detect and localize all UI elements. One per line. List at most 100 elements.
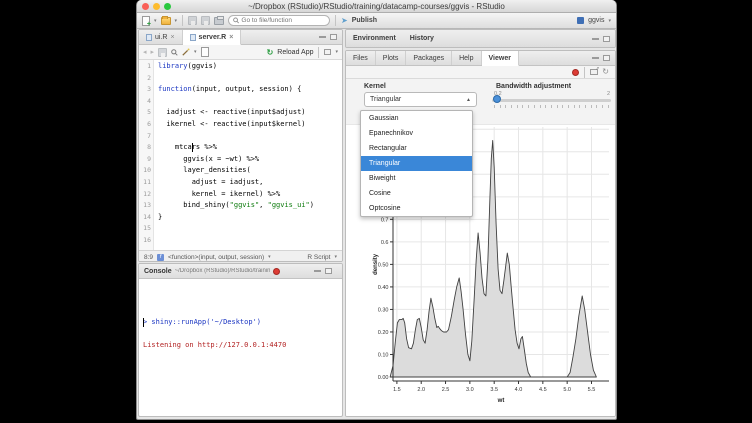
x-axis-title: wt <box>497 398 505 404</box>
run-options-icon[interactable] <box>324 49 331 55</box>
select-caret-up-icon: ▲ <box>466 97 471 103</box>
stop-icon[interactable] <box>273 268 280 275</box>
scope-label[interactable]: <function>(input, output, session) <box>168 254 264 261</box>
code-segment: "ggvis_ui" <box>268 201 310 209</box>
line-number: 15 <box>139 223 151 235</box>
maximize-pane-icon[interactable] <box>325 268 332 274</box>
x-tick-label: 5.0 <box>563 387 571 393</box>
tab-environment[interactable]: Environment <box>346 30 403 47</box>
line-number: 1 <box>139 61 151 73</box>
goto-file-input[interactable] <box>241 17 325 24</box>
line-number: 8 <box>139 142 151 154</box>
back-icon[interactable]: ◂ <box>143 48 147 56</box>
code-line: bind_shiny("ggvis", "ggvis_ui") <box>158 200 314 212</box>
minimize-pane-icon[interactable] <box>319 36 326 38</box>
open-in-browser-icon[interactable] <box>590 69 598 75</box>
print-icon[interactable] <box>214 17 224 25</box>
slider-tick <box>545 105 546 108</box>
code-line <box>158 131 314 143</box>
zoom-window-button[interactable] <box>164 3 171 10</box>
tab-history[interactable]: History <box>403 30 441 47</box>
viewer-toolbar: ↻ <box>346 66 615 79</box>
maximize-pane-icon[interactable] <box>603 55 610 61</box>
kernel-option-cosine[interactable]: Cosine <box>361 186 472 201</box>
x-tick-label: 2.0 <box>417 387 425 393</box>
tab-packages[interactable]: Packages <box>406 51 452 65</box>
code-tools-wand-icon[interactable] <box>182 48 190 56</box>
slider-tick <box>557 105 558 108</box>
tab-files[interactable]: Files <box>346 51 376 65</box>
project-menu-button[interactable]: ggvis <box>588 17 604 24</box>
slider-tick <box>579 105 580 108</box>
line-number: 2 <box>139 73 151 85</box>
files-tabbar: FilesPlotsPackagesHelpViewer <box>346 51 615 66</box>
main-toolbar: ▾ ▾ ➤ Publish ggvis ▾ <box>137 13 616 29</box>
toolbar-divider <box>182 15 183 26</box>
close-tab-icon[interactable]: × <box>170 34 174 41</box>
console-output[interactable]: > shiny::runApp('~/Desktop') Listening o… <box>139 279 342 354</box>
save-source-icon[interactable] <box>158 48 167 57</box>
compile-report-icon[interactable] <box>201 47 209 57</box>
find-icon[interactable] <box>171 49 178 56</box>
line-number: 9 <box>139 154 151 166</box>
open-recent-caret-icon[interactable]: ▾ <box>175 18 178 24</box>
kernel-option-triangular[interactable]: Triangular <box>361 156 472 171</box>
code-segment: bind_shiny( <box>158 201 230 209</box>
reload-app-button[interactable]: Reload App <box>277 49 313 56</box>
code-editor[interactable]: 12345678910111213141516 library(ggvis) f… <box>139 60 342 250</box>
save-icon[interactable] <box>188 16 197 25</box>
goto-file-search[interactable] <box>228 15 330 26</box>
minimize-pane-icon[interactable] <box>314 270 321 272</box>
tab-server.R[interactable]: server.R× <box>183 30 242 45</box>
file-type-caret-icon[interactable]: ▾ <box>334 254 337 260</box>
tab-help[interactable]: Help <box>452 51 481 65</box>
window-titlebar[interactable]: ~/Dropbox (RStudio)/RStudio/training/dat… <box>137 0 616 13</box>
stop-app-icon[interactable] <box>572 69 579 76</box>
save-all-icon[interactable] <box>201 16 210 25</box>
tab-viewer[interactable]: Viewer <box>482 51 519 66</box>
publish-icon[interactable]: ➤ <box>341 16 348 25</box>
kernel-option-biweight[interactable]: Biweight <box>361 171 472 186</box>
tab-plots[interactable]: Plots <box>376 51 407 65</box>
source-pane: ui.R×server.R× ◂ ▸ ▾ <box>138 29 343 262</box>
publish-button[interactable]: Publish <box>352 17 377 24</box>
scope-caret-icon[interactable]: ▾ <box>268 254 271 260</box>
y-tick-label: 0.50 <box>378 262 389 268</box>
shiny-app-view: Kernel Triangular ▲ GaussianEpanechnikov… <box>346 79 615 416</box>
cursor-position: 8:9 <box>144 254 153 261</box>
refresh-viewer-icon[interactable]: ↻ <box>602 68 609 76</box>
console-tab[interactable]: Console <box>144 268 172 275</box>
kernel-option-optcosine[interactable]: Optcosine <box>361 201 472 216</box>
close-window-button[interactable] <box>142 3 149 10</box>
bandwidth-slider[interactable]: 0.2 2 <box>492 91 611 113</box>
new-file-caret-icon[interactable]: ▾ <box>154 18 157 24</box>
project-caret-icon[interactable]: ▾ <box>608 18 611 24</box>
run-options-caret-icon[interactable]: ▾ <box>335 49 338 55</box>
code-line: kernel = ikernel) %>% <box>158 189 314 201</box>
file-type-label[interactable]: R Script <box>307 254 330 261</box>
open-file-icon[interactable] <box>161 17 171 25</box>
console-line <box>143 328 338 340</box>
forward-icon[interactable]: ▸ <box>151 48 155 56</box>
line-number: 11 <box>139 177 151 189</box>
maximize-pane-icon[interactable] <box>330 34 337 40</box>
maximize-pane-icon[interactable] <box>603 36 610 42</box>
y-tick-label: 0.20 <box>378 330 389 336</box>
minimize-pane-icon[interactable] <box>592 57 599 59</box>
slider-handle[interactable] <box>493 95 501 103</box>
minimize-window-button[interactable] <box>153 3 160 10</box>
kernel-option-rectangular[interactable]: Rectangular <box>361 141 472 156</box>
slider-tick <box>602 105 603 108</box>
kernel-option-epanechnikov[interactable]: Epanechnikov <box>361 126 472 141</box>
kernel-option-gaussian[interactable]: Gaussian <box>361 111 472 126</box>
tab-ui.R[interactable]: ui.R× <box>139 30 183 44</box>
kernel-select[interactable]: Triangular ▲ <box>364 92 477 107</box>
source-toolbar: ◂ ▸ ▾ ↻ Reload App ▾ <box>139 45 342 60</box>
minimize-pane-icon[interactable] <box>592 38 599 40</box>
slider-max-label: 2 <box>607 91 610 97</box>
line-number: 12 <box>139 189 151 201</box>
close-tab-icon[interactable]: × <box>229 34 233 41</box>
slider-track[interactable] <box>492 99 611 102</box>
code-tools-caret-icon[interactable]: ▾ <box>194 49 197 55</box>
new-file-icon[interactable] <box>142 16 150 26</box>
